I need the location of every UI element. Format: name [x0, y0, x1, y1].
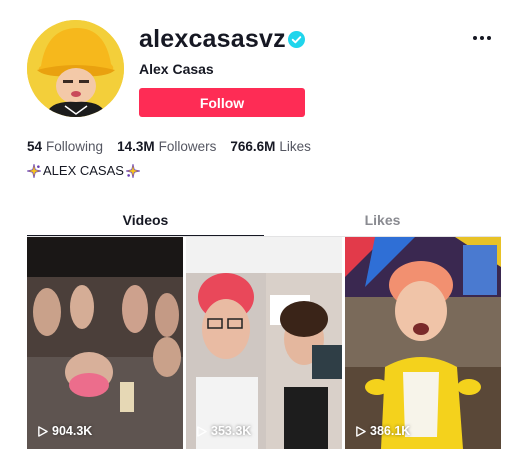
view-count: 904.3K — [37, 424, 92, 438]
verified-badge-icon — [288, 31, 305, 48]
video-card[interactable]: 386.1K — [345, 237, 501, 449]
username: alexcasasvz — [139, 25, 286, 53]
view-count: 353.3K — [196, 424, 251, 438]
play-icon — [356, 425, 366, 437]
video-grid: 904.3K 353.3K 386.1K — [27, 237, 501, 449]
video-thumbnail — [27, 237, 183, 449]
following-count: 54 — [27, 139, 43, 154]
likes-label: Likes — [279, 139, 311, 154]
following-label: Following — [46, 139, 104, 154]
view-count-value: 353.3K — [211, 424, 252, 438]
bio-text: ALEX CASAS — [43, 163, 124, 178]
following-stat[interactable]: 54 Following — [27, 139, 103, 154]
profile-tabs: Videos Likes — [27, 205, 501, 237]
video-thumbnail — [345, 237, 501, 449]
view-count-value: 386.1K — [370, 424, 411, 438]
sparkle-icon — [27, 163, 41, 178]
play-icon — [197, 425, 207, 437]
view-count-value: 904.3K — [52, 424, 93, 438]
video-card[interactable]: 904.3K — [27, 237, 183, 449]
tab-likes[interactable]: Likes — [264, 205, 501, 237]
followers-count: 14.3M — [117, 139, 155, 154]
tab-videos[interactable]: Videos — [27, 205, 264, 237]
follow-button[interactable]: Follow — [139, 88, 305, 117]
bio: ALEX CASAS — [27, 163, 140, 178]
video-thumbnail — [186, 237, 342, 449]
likes-count: 766.6M — [230, 139, 276, 154]
followers-stat[interactable]: 14.3M Followers — [117, 139, 216, 154]
followers-label: Followers — [158, 139, 217, 154]
avatar[interactable] — [27, 20, 124, 117]
view-count: 386.1K — [355, 424, 410, 438]
more-options-icon[interactable] — [470, 28, 494, 48]
likes-stat: 766.6M Likes — [230, 139, 311, 154]
avatar-image — [27, 20, 124, 117]
profile-stats: 54 Following 14.3M Followers 766.6M Likes — [27, 139, 311, 154]
sparkle-icon — [125, 163, 140, 178]
video-card[interactable]: 353.3K — [186, 237, 342, 449]
display-name: Alex Casas — [139, 61, 214, 77]
play-icon — [38, 425, 48, 437]
